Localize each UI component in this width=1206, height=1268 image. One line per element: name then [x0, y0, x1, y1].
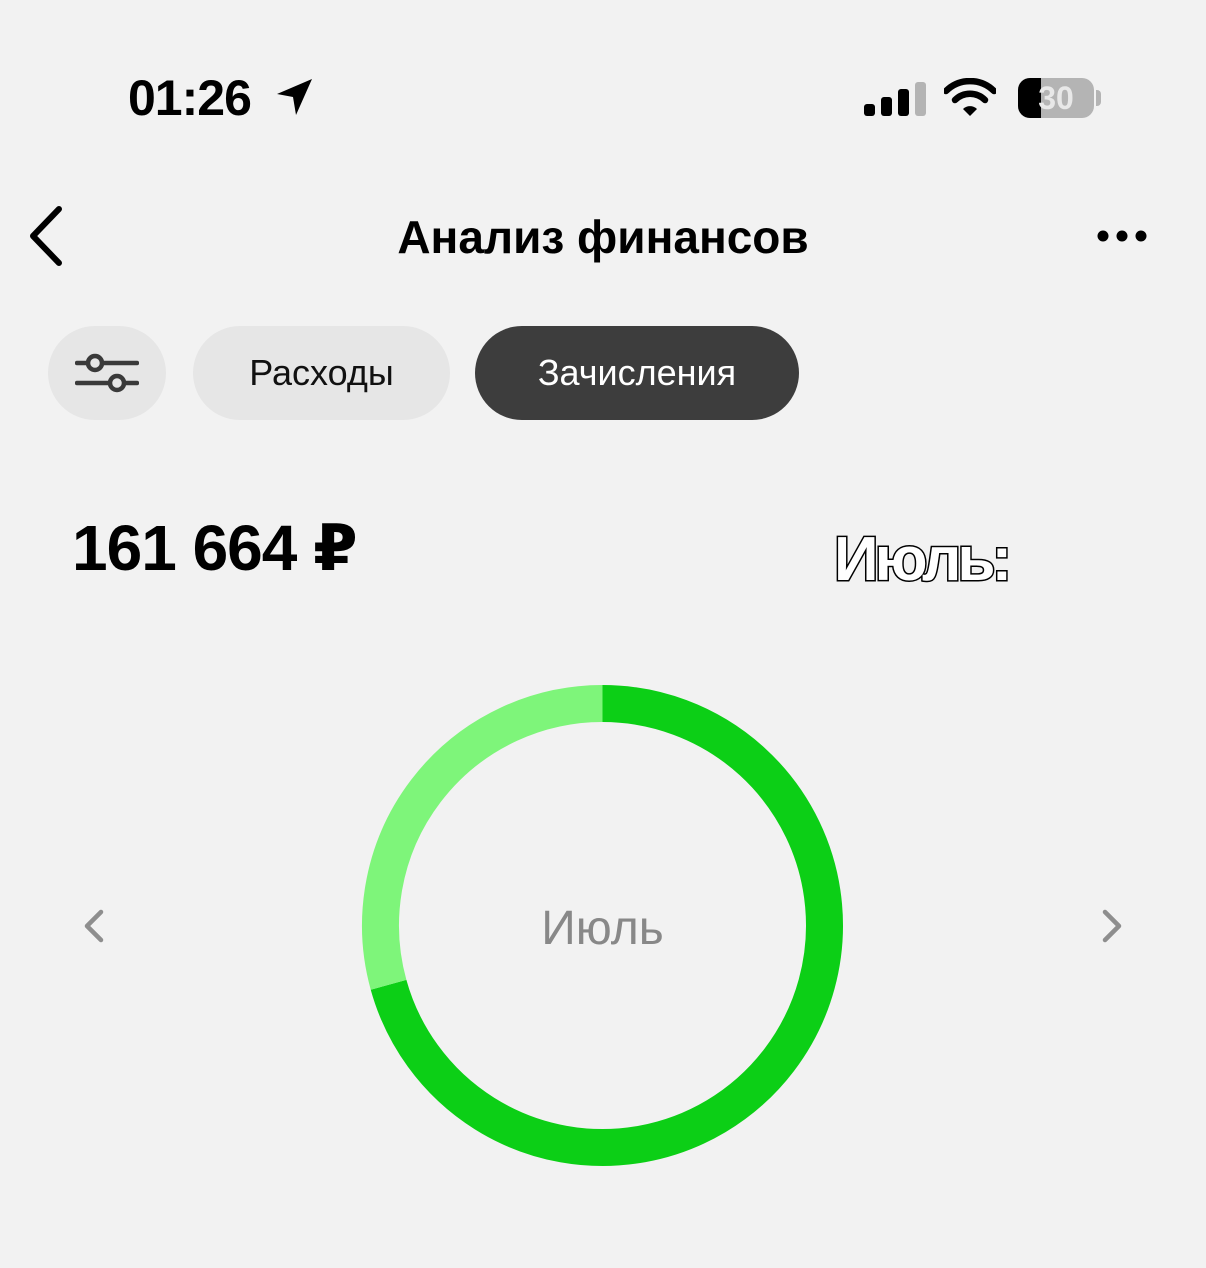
sliders-icon	[75, 353, 139, 393]
filter-button[interactable]	[48, 326, 166, 420]
chevron-left-icon	[30, 206, 62, 266]
chevron-right-icon	[1102, 909, 1122, 943]
donut-chart[interactable]	[361, 684, 844, 1167]
battery-indicator: 30	[1018, 78, 1094, 118]
back-button[interactable]	[18, 200, 74, 272]
status-time: 01:26	[128, 70, 252, 126]
page-title: Анализ финансов	[397, 211, 809, 263]
location-arrow-icon	[277, 79, 312, 115]
tab-expenses[interactable]: Расходы	[193, 326, 450, 420]
more-button[interactable]	[1088, 214, 1156, 258]
battery-cap	[1096, 90, 1101, 106]
donut-segment-2[interactable]	[362, 685, 603, 990]
tab-income[interactable]: Зачисления	[475, 326, 799, 420]
cellular-signal-icon	[864, 82, 926, 116]
total-amount: 161 664 ₽	[72, 512, 358, 584]
wifi-icon	[944, 78, 996, 116]
ellipsis-icon	[1097, 230, 1147, 242]
prev-month-button[interactable]	[64, 896, 124, 956]
battery-level: 30	[1038, 80, 1074, 116]
next-month-button[interactable]	[1082, 896, 1142, 956]
month-overlay-label: Июль:	[832, 524, 1013, 596]
chevron-left-icon	[84, 909, 104, 943]
